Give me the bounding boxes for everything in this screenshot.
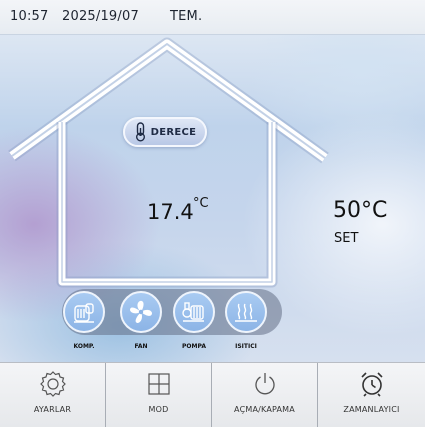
fan-icon: [130, 300, 152, 323]
fan-status: [120, 291, 162, 333]
setpoint-label: SET: [334, 231, 359, 246]
compressor-label: KOMP.: [73, 343, 95, 350]
timer-button[interactable]: ZAMANLAYICI: [318, 363, 425, 427]
temperature-badge: DERECE: [123, 117, 207, 147]
bottom-navigation: AYARLAR MOD AÇMA/KAPAMA ZAMANLAYICI: [0, 362, 425, 427]
heater-icon: [235, 303, 257, 322]
mode-button[interactable]: MOD: [106, 363, 212, 427]
settings-label: AYARLAR: [33, 405, 72, 414]
settings-gear-icon: [39, 371, 66, 397]
pump-status: [173, 291, 215, 333]
mode-grid-icon: [147, 373, 170, 395]
badge-label: DERECE: [150, 126, 197, 138]
thermometer-icon: [135, 122, 145, 142]
indoor-temperature-unit: °C: [193, 196, 209, 211]
power-label: AÇMA/KAPAMA: [234, 405, 295, 414]
indoor-temperature: 17.4: [147, 200, 194, 224]
compressor-status: [63, 291, 105, 333]
heater-label: ISITICI: [235, 343, 257, 350]
compressor-icon: [74, 303, 94, 323]
alarm-clock-icon: [360, 372, 383, 397]
setpoint-temperature[interactable]: 50°C: [333, 198, 387, 223]
settings-button[interactable]: AYARLAR: [0, 363, 106, 427]
mode-label: MOD: [148, 405, 169, 414]
pump-label: POMPA: [182, 343, 206, 350]
heater-status: [225, 291, 267, 333]
timer-label: ZAMANLAYICI: [343, 405, 400, 414]
fan-label: FAN: [134, 343, 148, 350]
main-screen: 10:57 2025/19/07 TEM. DERECE 17.4 °C 50°…: [0, 0, 425, 362]
power-icon: [254, 373, 275, 395]
pump-icon: [182, 302, 204, 322]
power-button[interactable]: AÇMA/KAPAMA: [212, 363, 318, 427]
